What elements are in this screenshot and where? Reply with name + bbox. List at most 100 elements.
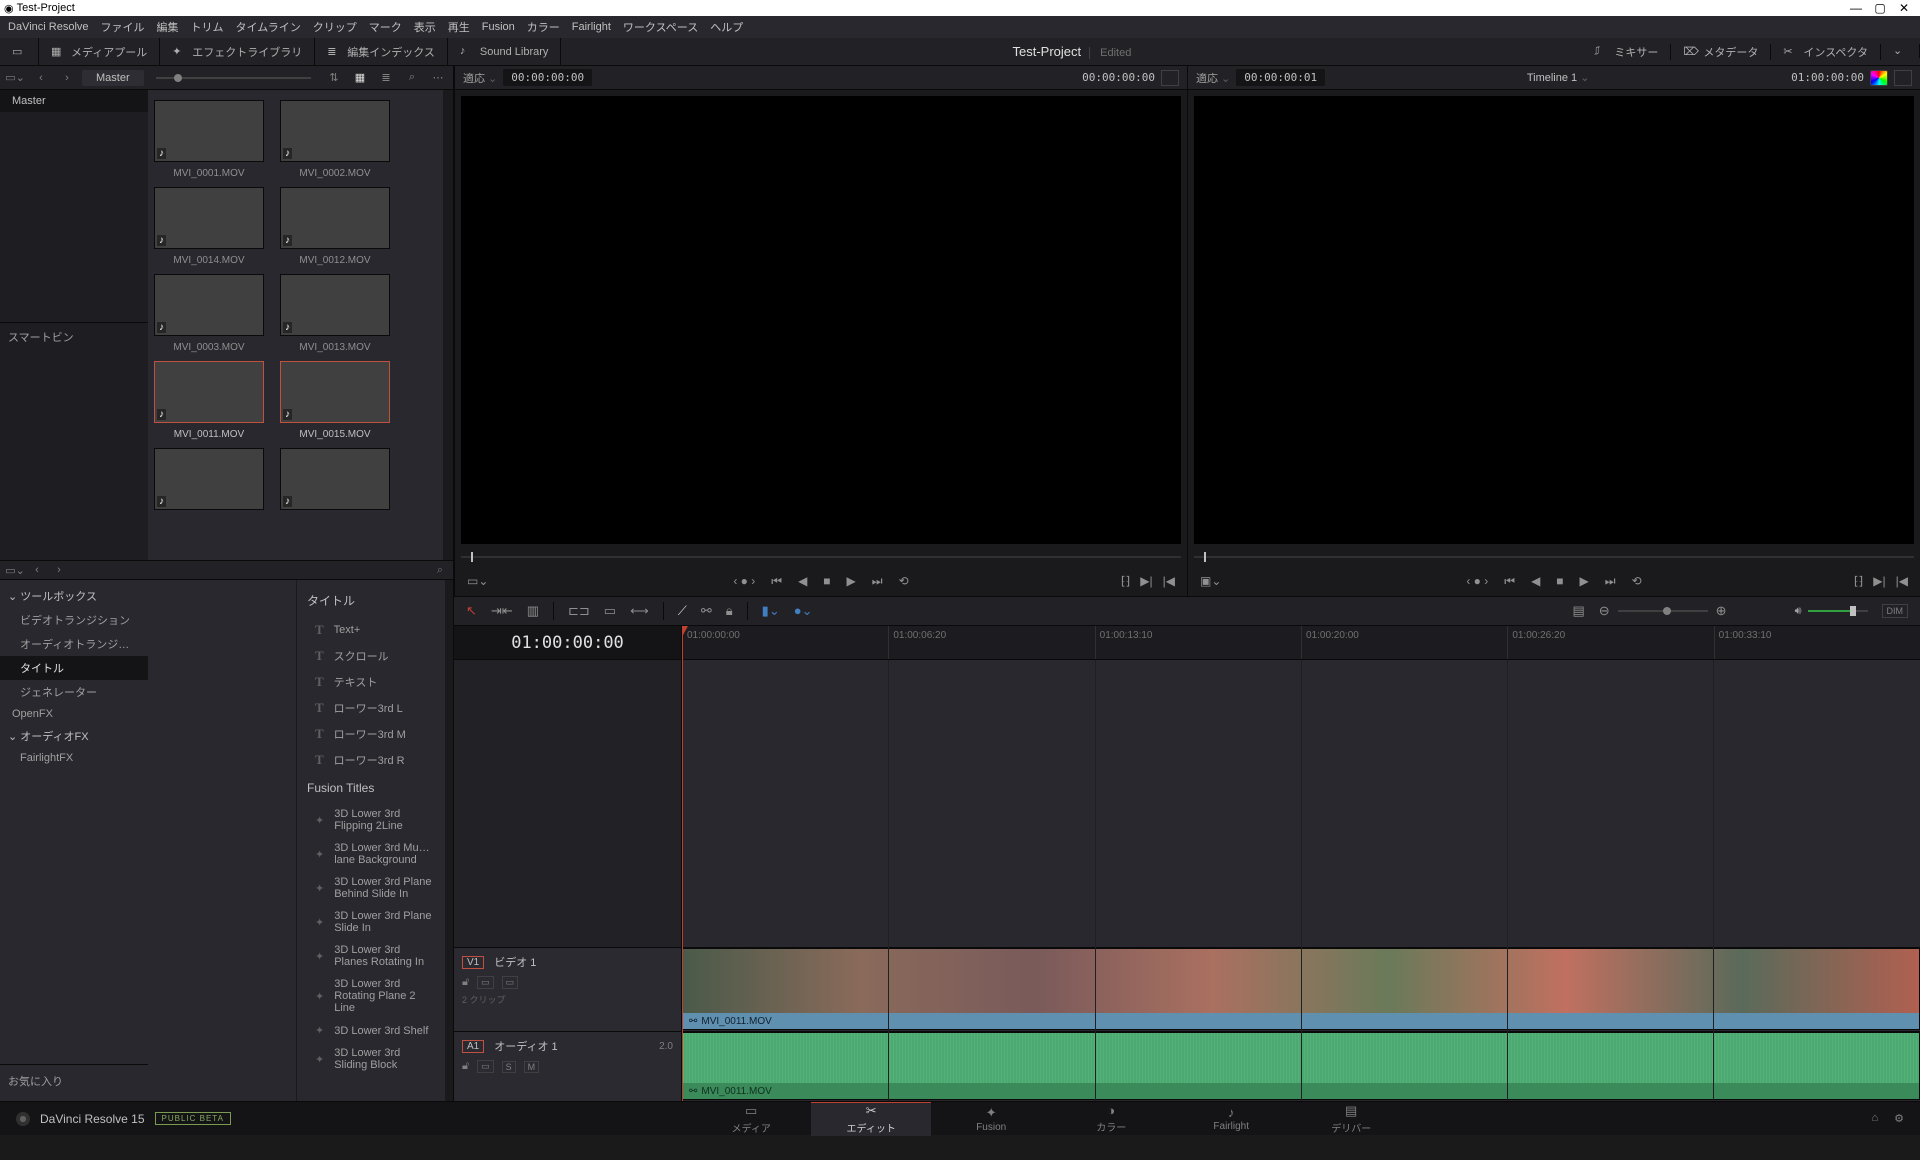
- effects-nav-back[interactable]: ‹: [26, 561, 48, 579]
- title-preset[interactable]: Tローワー3rd L: [297, 695, 445, 721]
- media-scrollbar[interactable]: [443, 90, 453, 560]
- snap-toggle[interactable]: ⟋: [678, 603, 687, 619]
- clip-item[interactable]: ♪MVI_0002.MOV: [280, 100, 390, 179]
- clip-item[interactable]: ♪: [154, 448, 264, 510]
- zoom-in-button[interactable]: ⊕: [1716, 603, 1727, 619]
- menu-タイムライン[interactable]: タイムライン: [236, 19, 301, 35]
- source-mark-in[interactable]: ⁅⁆: [1121, 574, 1130, 588]
- title-preset[interactable]: Tローワー3rd R: [297, 747, 445, 773]
- blade-tool[interactable]: ▥: [527, 603, 539, 619]
- title-preset[interactable]: TText+: [297, 617, 445, 643]
- timeline-scrubber[interactable]: [1194, 550, 1914, 566]
- window-maximize[interactable]: ▢: [1868, 1, 1892, 15]
- page-カラー[interactable]: ◑カラー: [1051, 1102, 1171, 1136]
- edit-index-toggle[interactable]: ≣編集インデックス: [315, 38, 448, 65]
- selection-tool[interactable]: ↖: [466, 603, 477, 619]
- menu-Fusion[interactable]: Fusion: [482, 21, 515, 33]
- effects-tree-item[interactable]: OpenFX: [0, 704, 148, 724]
- auto-select-toggle[interactable]: ▭: [477, 976, 494, 989]
- menu-ワークスペース[interactable]: ワークスペース: [623, 19, 698, 35]
- timeline-view-button[interactable]: ▤: [1572, 603, 1584, 619]
- source-expand-button[interactable]: [1161, 70, 1179, 86]
- title-preset[interactable]: Tローワー3rd M: [297, 721, 445, 747]
- title-preset[interactable]: Tスクロール: [297, 643, 445, 669]
- page-デリバー[interactable]: ▤デリバー: [1291, 1102, 1411, 1136]
- solo-toggle[interactable]: S: [502, 1061, 516, 1073]
- page-メディア[interactable]: ▭メディア: [691, 1102, 811, 1136]
- dim-toggle[interactable]: DIM: [1882, 604, 1909, 618]
- replace-button[interactable]: ⟷: [630, 603, 649, 619]
- menu-カラー[interactable]: カラー: [527, 19, 560, 35]
- metadata-toggle[interactable]: ⌦メタデータ: [1671, 44, 1771, 60]
- bin-master[interactable]: Master: [0, 90, 148, 112]
- source-prev-edit[interactable]: ▶|: [1140, 574, 1152, 588]
- trim-tool[interactable]: ⇥⇤: [491, 603, 513, 619]
- zoom-out-button[interactable]: ⊖: [1599, 603, 1610, 619]
- clip-item[interactable]: ♪MVI_0001.MOV: [154, 100, 264, 179]
- clip-item[interactable]: ♪MVI_0015.MOV: [280, 361, 390, 440]
- list-view-button[interactable]: ≣: [375, 69, 397, 87]
- source-stop[interactable]: ■: [823, 574, 830, 588]
- window-minimize[interactable]: —: [1844, 1, 1868, 15]
- mute-toggle[interactable]: M: [524, 1061, 540, 1073]
- overwrite-button[interactable]: ▭: [604, 603, 616, 619]
- menu-トリム[interactable]: トリム: [191, 19, 224, 35]
- timeline-stop[interactable]: ■: [1556, 574, 1563, 588]
- link-toggle[interactable]: ⚯: [701, 603, 712, 619]
- effects-scrollbar[interactable]: [445, 580, 453, 1101]
- fusion-title-preset[interactable]: ✦3D Lower 3rd Mu…lane Background: [297, 837, 445, 871]
- source-last-frame[interactable]: ⏭: [872, 574, 883, 589]
- source-tc-in[interactable]: 00:00:00:00: [503, 69, 592, 86]
- page-Fairlight[interactable]: ♪Fairlight: [1171, 1102, 1291, 1136]
- bin-view-button[interactable]: ▭⌄: [4, 69, 26, 87]
- thumbnail-size-slider[interactable]: [148, 77, 319, 79]
- fusion-title-preset[interactable]: ✦3D Lower 3rd Planes Rotating In: [297, 939, 445, 973]
- timeline-prev-edit[interactable]: ▶|: [1873, 574, 1885, 588]
- audio-track-header[interactable]: A1 オーディオ 1 2.0 🔓︎ ▭ S M: [454, 1031, 681, 1101]
- fusion-title-preset[interactable]: ✦3D Lower 3rd Sliding Block: [297, 1042, 445, 1076]
- timeline-play[interactable]: ▶: [1580, 574, 1589, 588]
- media-pool-toggle[interactable]: ▦メディアプール: [39, 38, 160, 65]
- source-scrubber[interactable]: [461, 550, 1181, 566]
- timeline-jog[interactable]: ‹ ● ›: [1466, 574, 1488, 588]
- marker-dropdown[interactable]: ●⌄: [794, 603, 813, 619]
- clip-item[interactable]: ♪: [280, 448, 390, 510]
- menu-ヘルプ[interactable]: ヘルプ: [710, 19, 743, 35]
- title-preset[interactable]: Tテキスト: [297, 669, 445, 695]
- audio-auto-select[interactable]: ▭: [477, 1060, 494, 1073]
- timeline-next-edit[interactable]: |◀: [1896, 574, 1908, 588]
- source-match-frame-button[interactable]: ▭⌄: [467, 574, 488, 588]
- effects-tree-item[interactable]: ジェネレーター: [0, 680, 148, 704]
- fusion-title-preset[interactable]: ✦3D Lower 3rd Rotating Plane 2 Line: [297, 973, 445, 1019]
- menu-クリップ[interactable]: クリップ: [313, 19, 357, 35]
- inspector-toggle[interactable]: ✂インスペクタ: [1771, 44, 1881, 60]
- sort-button[interactable]: ⇅: [323, 69, 345, 87]
- timeline-step-back[interactable]: ◀: [1531, 574, 1540, 588]
- fusion-title-preset[interactable]: ✦3D Lower 3rd Plane Slide In: [297, 905, 445, 939]
- effects-search-icon[interactable]: ⌕: [431, 564, 449, 577]
- timeline-expand-button[interactable]: [1894, 70, 1912, 86]
- effects-library-toggle[interactable]: ✦エフェクトライブラリ: [160, 38, 315, 65]
- clip-item[interactable]: ♪MVI_0013.MOV: [280, 274, 390, 353]
- source-next-edit[interactable]: |◀: [1163, 574, 1175, 588]
- timeline-loop[interactable]: ⟲: [1632, 574, 1642, 588]
- clip-item[interactable]: ♪MVI_0014.MOV: [154, 187, 264, 266]
- menu-マーク[interactable]: マーク: [369, 19, 402, 35]
- lock-icon[interactable]: 🔓︎: [462, 1060, 469, 1073]
- lock-toggle[interactable]: 🔒︎: [726, 603, 733, 619]
- video-track-badge[interactable]: V1: [462, 956, 484, 969]
- flag-dropdown[interactable]: ▮⌄: [762, 603, 780, 619]
- menu-表示[interactable]: 表示: [414, 19, 436, 35]
- timeline-mark-button[interactable]: ⁅⁆: [1854, 574, 1863, 588]
- source-fit-dropdown[interactable]: 適応: [463, 70, 497, 86]
- menu-ファイル[interactable]: ファイル: [101, 19, 145, 35]
- page-エディット[interactable]: ✂エディット: [811, 1102, 931, 1136]
- timeline-canvas-area[interactable]: ⚯MVI_0011.MOV ⚯MVI_0011.MOV: [682, 660, 1920, 1101]
- effects-tree-item[interactable]: ビデオトランジション: [0, 608, 148, 632]
- monitor-volume[interactable]: 🔊︎: [1795, 605, 1868, 618]
- source-play[interactable]: ▶: [847, 574, 856, 588]
- timeline-color-button[interactable]: [1870, 70, 1888, 86]
- menu-DaVinci Resolve[interactable]: DaVinci Resolve: [8, 21, 89, 33]
- clip-item[interactable]: ♪MVI_0003.MOV: [154, 274, 264, 353]
- source-canvas[interactable]: [461, 96, 1181, 544]
